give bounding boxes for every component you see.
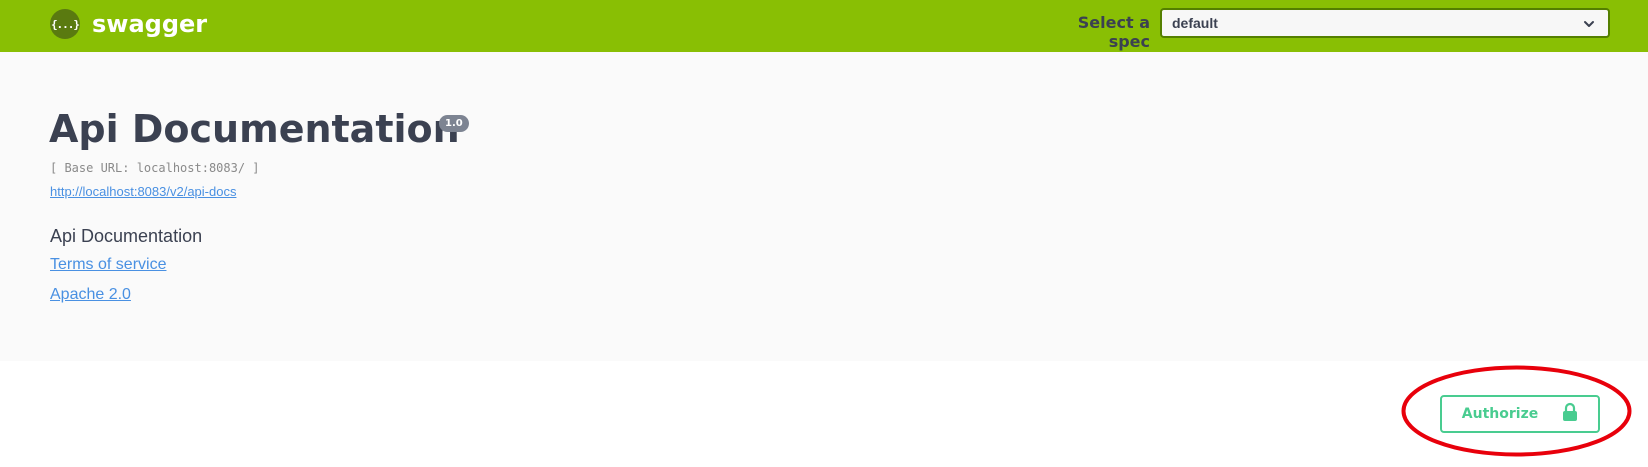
page-title: Api Documentation bbox=[49, 107, 460, 151]
api-docs-link[interactable]: http://localhost:8083/v2/api-docs bbox=[50, 184, 236, 199]
license-link[interactable]: Apache 2.0 bbox=[50, 286, 131, 304]
api-description: Api Documentation bbox=[50, 226, 203, 246]
brand-name: swagger bbox=[92, 10, 208, 38]
swagger-brand[interactable]: {...} swagger bbox=[50, 8, 207, 40]
top-bar: {...} swagger Select a spec default bbox=[0, 0, 1648, 52]
base-url: [ Base URL: localhost:8083/ ] bbox=[50, 161, 260, 175]
swagger-logo-icon: {...} bbox=[50, 9, 80, 39]
spec-selected-value: default bbox=[1172, 15, 1218, 31]
spec-select[interactable]: default bbox=[1160, 8, 1610, 38]
lock-icon bbox=[1562, 402, 1578, 426]
terms-of-service-link[interactable]: Terms of service bbox=[50, 256, 166, 274]
spec-select-label: Select a spec bbox=[1077, 13, 1150, 51]
authorize-button[interactable]: Authorize bbox=[1440, 395, 1600, 433]
version-badge: 1.0 bbox=[439, 115, 469, 132]
authorize-label: Authorize bbox=[1461, 406, 1539, 422]
chevron-down-icon bbox=[1582, 17, 1596, 34]
info-section bbox=[0, 52, 1648, 361]
